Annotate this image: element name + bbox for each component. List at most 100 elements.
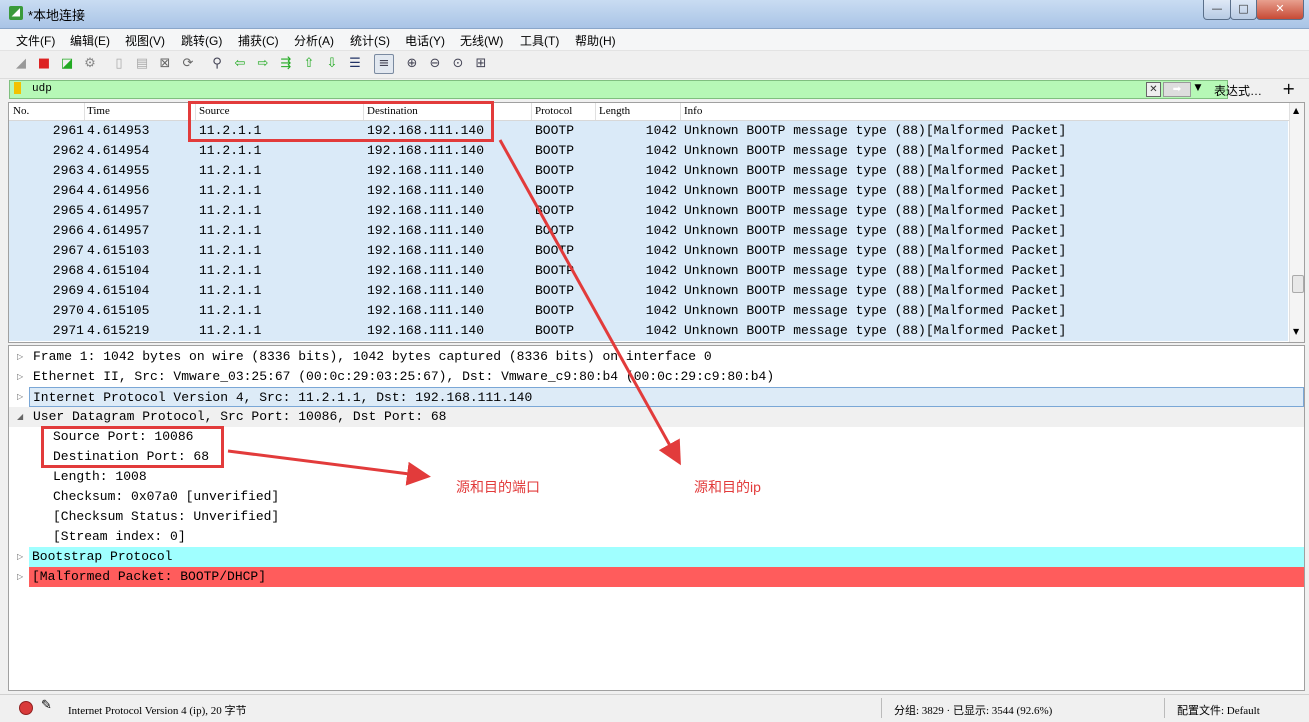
menu-tools[interactable]: 工具(T) [520,32,559,49]
expand-arrow-icon[interactable]: ▷ [17,347,23,367]
packet-list-scrollbar[interactable]: ▲ ▼ [1289,103,1304,342]
window-title: *本地连接 [28,8,86,23]
menu-wireless[interactable]: 无线(W) [460,32,503,49]
column-header-length[interactable]: Length [599,105,630,117]
packet-row[interactable]: 2971 4.615219 11.2.1.1 192.168.111.140 BOOTP… [9,321,1288,341]
expand-arrow-icon[interactable]: ▷ [17,547,23,567]
column-separator[interactable] [84,103,85,120]
restart-icon[interactable]: ◪ [59,56,75,72]
tree-item-checksum-status[interactable]: [Checksum Status: Unverified] [9,507,1304,527]
menu-go[interactable]: 跳转(G) [181,32,222,49]
packet-row[interactable]: 2964 4.614956 11.2.1.1 192.168.111.140 BOOTP… [9,181,1288,201]
tree-item-ethernet[interactable]: ▷ Ethernet II, Src: Vmware_03:25:67 (00:… [9,367,1304,387]
column-header-time[interactable]: Time [87,105,110,117]
cell-time: 4.614954 [87,143,150,158]
options-icon[interactable]: ⚙ [82,56,98,72]
cell-length: 1042 [645,223,677,238]
cell-length: 1042 [645,263,677,278]
cell-no: 2961 [52,123,84,138]
last-packet-icon[interactable]: ⇩ [324,56,340,72]
status-profile[interactable]: 配置文件: Default [1177,702,1260,718]
menu-statistics[interactable]: 统计(S) [350,32,390,49]
column-separator[interactable] [595,103,596,120]
filter-add-button[interactable]: + [1282,79,1295,98]
autoscroll-icon[interactable]: ☰ [347,56,363,72]
menu-help[interactable]: 帮助(H) [575,32,616,49]
cell-protocol: BOOTP [535,323,575,338]
tree-item-malformed[interactable]: [Malformed Packet: BOOTP/DHCP] [29,567,1304,587]
packet-row[interactable]: 2963 4.614955 11.2.1.1 192.168.111.140 BOOTP… [9,161,1288,181]
packet-row[interactable]: 2967 4.615103 11.2.1.1 192.168.111.140 BOOTP… [9,241,1288,261]
filter-dropdown-icon[interactable]: ▼ [1192,82,1204,95]
tree-item-ip-selected[interactable]: Internet Protocol Version 4, Src: 11.2.1… [29,387,1304,407]
shark-fin-start-icon[interactable]: ◢ [13,56,29,72]
cell-destination: 192.168.111.140 [367,183,485,198]
close-file-icon[interactable]: ⊠ [157,56,173,72]
cell-no: 2962 [52,143,84,158]
cell-protocol: BOOTP [535,123,575,138]
menu-view[interactable]: 视图(V) [125,32,165,49]
column-header-info[interactable]: Info [684,105,702,117]
packet-row[interactable]: 2968 4.615104 11.2.1.1 192.168.111.140 BOOTP… [9,261,1288,281]
packet-row[interactable]: 2970 4.615105 11.2.1.1 192.168.111.140 BOOTP… [9,301,1288,321]
zoom-in-icon[interactable]: ⊕ [404,56,420,72]
packet-row[interactable]: 2965 4.614957 11.2.1.1 192.168.111.140 BOOTP… [9,201,1288,221]
cell-source: 11.2.1.1 [199,283,262,298]
column-separator[interactable] [680,103,681,120]
tree-item-checksum[interactable]: Checksum: 0x07a0 [unverified] [9,487,1304,507]
cell-no: 2971 [52,323,84,338]
menu-edit[interactable]: 编辑(E) [70,32,110,49]
scrollbar-thumb[interactable] [1292,275,1304,293]
filter-bookmark-icon[interactable] [14,82,21,94]
collapse-arrow-icon[interactable]: ◢ [17,407,23,427]
close-button[interactable]: ✕ [1256,0,1304,20]
expand-arrow-icon[interactable]: ▷ [17,367,23,387]
menu-file[interactable]: 文件(F) [16,32,55,49]
reload-icon[interactable]: ⟳ [180,56,196,72]
tree-item-udp[interactable]: ◢ User Datagram Protocol, Src Port: 1008… [9,407,1304,427]
scroll-down-icon[interactable]: ▼ [1293,327,1299,336]
cell-destination: 192.168.111.140 [367,203,485,218]
tree-item-length[interactable]: Length: 1008 [9,467,1304,487]
tree-item-frame[interactable]: ▷ Frame 1: 1042 bytes on wire (8336 bits… [9,347,1304,367]
stop-icon[interactable]: ■ [36,56,52,72]
column-header-no[interactable]: No. [13,105,29,117]
display-filter-input[interactable]: udp [9,80,1228,99]
packet-row[interactable]: 2962 4.614954 11.2.1.1 192.168.111.140 BOOTP… [9,141,1288,161]
menu-telephony[interactable]: 电话(Y) [405,32,445,49]
cell-info: Unknown BOOTP message type (88)[Malforme… [684,183,1067,198]
expand-arrow-icon[interactable]: ▷ [17,387,23,407]
column-separator[interactable] [531,103,532,120]
menu-capture[interactable]: 捕获(C) [238,32,279,49]
go-to-packet-icon[interactable]: ⇶ [278,56,294,72]
find-icon[interactable]: ⚲ [209,56,225,72]
filter-clear-icon[interactable]: ✕ [1146,82,1161,97]
tree-item-bootp[interactable]: Bootstrap Protocol [29,547,1304,567]
minimize-button[interactable]: — [1203,0,1231,20]
expand-arrow-icon[interactable]: ▷ [17,567,23,587]
column-header-protocol[interactable]: Protocol [535,105,572,117]
save-icon[interactable]: ▤ [134,56,150,72]
zoom-out-icon[interactable]: ⊖ [427,56,443,72]
packet-row[interactable]: 2969 4.615104 11.2.1.1 192.168.111.140 BOOTP… [9,281,1288,301]
maximize-button[interactable]: □ [1230,0,1257,20]
filter-apply-icon[interactable]: ➡ [1163,82,1191,97]
cell-source: 11.2.1.1 [199,263,262,278]
go-forward-icon[interactable]: ⇨ [255,56,271,72]
packet-row[interactable]: 2966 4.614957 11.2.1.1 192.168.111.140 BOOTP… [9,221,1288,241]
zoom-normal-icon[interactable]: ⊙ [450,56,466,72]
scroll-up-icon[interactable]: ▲ [1293,106,1299,115]
go-back-icon[interactable]: ⇦ [232,56,248,72]
colorize-icon[interactable]: ≡ [374,54,394,74]
resize-columns-icon[interactable]: ⊞ [473,56,489,72]
open-icon[interactable]: ▯ [111,56,127,72]
cell-info: Unknown BOOTP message type (88)[Malforme… [684,263,1067,278]
filter-expression-button[interactable]: 表达式… [1214,82,1262,99]
cell-info: Unknown BOOTP message type (88)[Malforme… [684,323,1067,338]
first-packet-icon[interactable]: ⇧ [301,56,317,72]
expert-info-icon[interactable] [19,701,33,715]
tree-item-label: [Checksum Status: Unverified] [53,509,280,524]
tree-item-stream-index[interactable]: [Stream index: 0] [9,527,1304,547]
capture-comment-icon[interactable]: ✎ [41,698,52,713]
menu-analyze[interactable]: 分析(A) [294,32,334,49]
